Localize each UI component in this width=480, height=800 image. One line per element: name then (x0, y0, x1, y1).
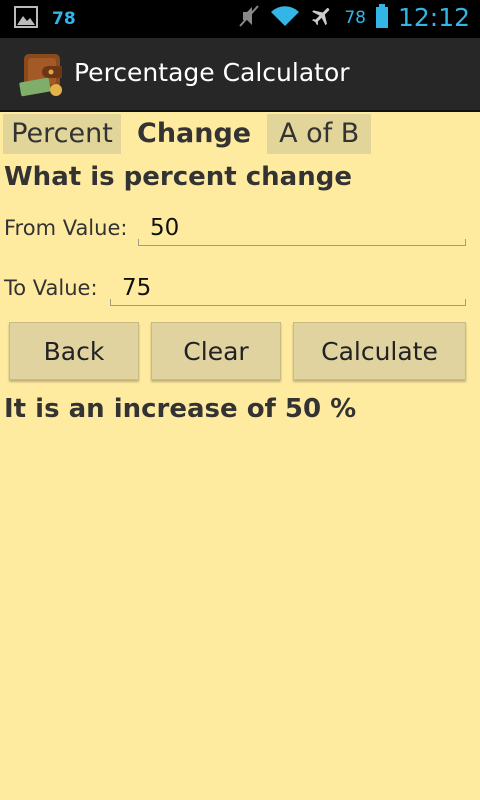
clock: 12:12 (397, 3, 470, 32)
wallet-icon[interactable] (18, 50, 68, 98)
from-value-field[interactable]: 50 (138, 210, 466, 246)
tab-change[interactable]: Change (125, 114, 263, 154)
tab-percent[interactable]: Percent (3, 114, 121, 154)
app-title: Percentage Calculator (74, 58, 350, 87)
clear-button[interactable]: Clear (151, 322, 281, 380)
result-text: It is an increase of 50 % (4, 394, 357, 424)
back-button[interactable]: Back (9, 322, 139, 380)
calculate-button[interactable]: Calculate (293, 322, 466, 380)
battery-icon (375, 3, 388, 32)
gallery-notification-icon (14, 6, 38, 32)
wifi-icon (270, 5, 300, 31)
tab-a-of-b[interactable]: A of B (267, 114, 372, 154)
airplane-mode-icon (310, 4, 334, 32)
notification-count: 78 (52, 9, 76, 29)
status-bar: 78 78 12:12 (0, 0, 480, 38)
main-content: Percent Change A of B What is percent ch… (0, 112, 480, 800)
from-value-label: From Value: (4, 216, 128, 240)
action-bar: Percentage Calculator (0, 38, 480, 112)
to-value-field[interactable]: 75 (110, 270, 466, 306)
battery-level: 78 (344, 7, 366, 28)
tab-bar: Percent Change A of B (3, 114, 375, 154)
mute-icon (238, 4, 260, 32)
to-value-label: To Value: (4, 276, 98, 300)
page-heading: What is percent change (4, 162, 352, 192)
